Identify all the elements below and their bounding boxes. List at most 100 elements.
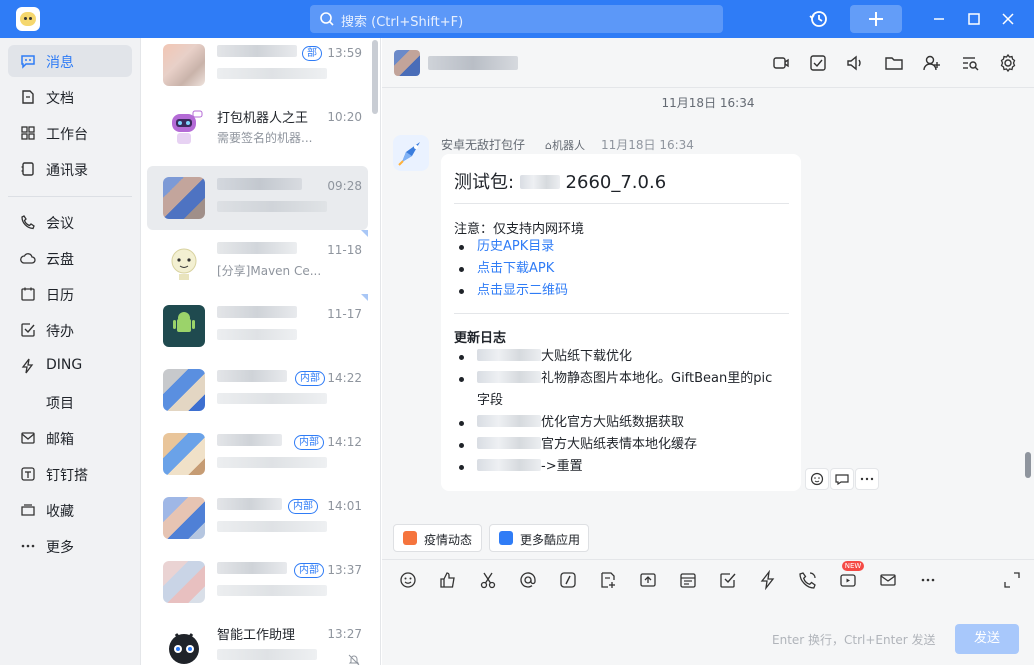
conversation-item[interactable]: 内部 14:01	[147, 486, 368, 550]
video-icon[interactable]	[771, 53, 791, 73]
nav-label: 项目	[46, 396, 74, 412]
more-actions-button[interactable]	[855, 468, 879, 490]
conversation-time: 09:28	[327, 179, 362, 193]
divider	[454, 313, 789, 314]
epidemic-icon	[403, 531, 417, 545]
nav-item-meeting[interactable]: 会议	[8, 206, 132, 238]
avatar	[163, 241, 205, 283]
conversation-item[interactable]: [分享]Maven Ce... 11-18	[147, 230, 368, 294]
nav-item-builder[interactable]: 钉钉搭	[8, 458, 132, 490]
nav-label: 云盘	[46, 252, 74, 268]
nav-item-calendar[interactable]: 日历	[8, 278, 132, 310]
link-list: 历史APK目录 点击下载APK 点击显示二维码	[457, 236, 568, 302]
mail-icon[interactable]	[878, 570, 898, 590]
rich-text-icon[interactable]	[598, 570, 618, 590]
nav-divider	[8, 196, 132, 197]
internal-tag: 内部	[294, 563, 324, 578]
title-suffix: 2660_7.0.6	[565, 172, 667, 193]
nav-item-more[interactable]: 更多	[8, 530, 132, 562]
nav-item-documents[interactable]: 文档	[8, 81, 132, 113]
message-card: 测试包: 2660_7.0.6 注意：仅支持内网环境 历史APK目录 点击下载A…	[441, 154, 801, 491]
avatar	[163, 497, 205, 539]
conversation-item[interactable]: 智能工作助理 13:27	[147, 614, 368, 665]
changelog-item: 官方大贴纸表情本地化缓存	[457, 434, 772, 456]
app-logo[interactable]	[16, 7, 40, 31]
conversation-name: 智能工作助理	[217, 628, 296, 643]
todo-icon[interactable]	[718, 570, 738, 590]
link-download-apk[interactable]: 点击下载APK	[457, 258, 568, 280]
nav-label: 文档	[46, 91, 74, 107]
conversation-item-selected[interactable]: 09:28	[147, 166, 368, 230]
nav-item-mail[interactable]: 邮箱	[8, 422, 132, 454]
search-input[interactable]: 搜索 (Ctrl+Shift+F)	[310, 5, 723, 33]
contacts-icon	[21, 162, 34, 176]
folder-icon[interactable]	[884, 53, 904, 73]
conversation-time: 11-18	[327, 243, 362, 257]
conversation-item[interactable]: 内部 14:22	[147, 358, 368, 422]
nav-label: 通讯录	[46, 163, 88, 179]
emoji-icon[interactable]	[398, 570, 418, 590]
internal-tag: 内部	[295, 371, 325, 386]
nav-item-workbench[interactable]: 工作台	[8, 117, 132, 149]
conversation-item[interactable]: 部 13:59	[147, 38, 368, 97]
conversation-item[interactable]: 打包机器人之王 需要签名的机器... 10:20	[147, 97, 368, 161]
task-icon[interactable]	[808, 53, 828, 73]
left-nav: 消息 文档 工作台 通讯录 会议 云盘 日历 待办 DING 项目 邮箱 钉钉搭…	[0, 38, 141, 665]
scissors-icon[interactable]	[478, 570, 498, 590]
chat-avatar	[394, 50, 420, 76]
phone-icon	[21, 215, 35, 230]
more-tools-icon[interactable]	[918, 570, 938, 590]
emoji-reaction-button[interactable]	[805, 468, 829, 490]
nav-label: 会议	[46, 216, 74, 232]
live-icon[interactable]	[838, 570, 858, 590]
reply-button[interactable]	[830, 468, 854, 490]
history-button[interactable]	[804, 4, 834, 34]
chat-scrollbar[interactable]	[1025, 452, 1031, 478]
changelog-item: 礼物静态图片本地化。GiftBean里的pic 字段	[457, 368, 772, 412]
announcement-icon[interactable]	[845, 53, 865, 73]
schedule-icon[interactable]	[678, 570, 698, 590]
link-show-qrcode[interactable]: 点击显示二维码	[457, 280, 568, 302]
add-button[interactable]	[850, 5, 902, 33]
changelog-title: 更新日志	[454, 331, 507, 346]
settings-icon[interactable]	[998, 53, 1018, 73]
conversation-time: 10:20	[327, 110, 362, 124]
conversation-scrollbar[interactable]	[372, 40, 378, 114]
send-button[interactable]: 发送	[955, 624, 1019, 654]
link-apk-history[interactable]: 历史APK目录	[457, 236, 568, 258]
add-member-icon[interactable]	[922, 53, 942, 73]
ding-icon[interactable]	[758, 570, 778, 590]
maximize-icon[interactable]	[963, 8, 985, 30]
composer: NEW Enter 换行，Ctrl+Enter 发送 发送	[382, 559, 1034, 665]
minimize-icon[interactable]	[928, 8, 950, 30]
nav-item-projects[interactable]: 项目	[8, 386, 132, 418]
mail-icon	[21, 432, 35, 444]
nav-item-ding[interactable]: DING	[8, 350, 132, 382]
more-apps-button[interactable]: 更多酷应用	[489, 524, 589, 552]
nav-item-todo[interactable]: 待办	[8, 314, 132, 346]
epidemic-app-button[interactable]: 疫情动态	[393, 524, 482, 552]
nav-item-messages[interactable]: 消息	[8, 45, 132, 77]
conversation-time: 14:22	[327, 371, 362, 385]
checkbox-icon	[21, 323, 35, 337]
call-icon[interactable]	[798, 570, 818, 590]
search-history-icon[interactable]	[960, 53, 980, 73]
conversation-item[interactable]: 内部 13:37	[147, 550, 368, 614]
conversation-item[interactable]: 内部 14:12	[147, 422, 368, 486]
conversation-item[interactable]: 11-17	[147, 294, 368, 358]
date-separator: 11月18日 16:34	[661, 96, 755, 110]
mention-icon[interactable]	[518, 570, 538, 590]
search-placeholder: 搜索 (Ctrl+Shift+F)	[341, 15, 464, 30]
upload-icon[interactable]	[638, 570, 658, 590]
nav-item-cloud[interactable]: 云盘	[8, 242, 132, 274]
thumbs-up-icon[interactable]	[438, 570, 458, 590]
unread-marker	[361, 294, 368, 301]
command-icon[interactable]	[558, 570, 578, 590]
nav-item-contacts[interactable]: 通讯录	[8, 153, 132, 185]
bot-avatar[interactable]	[393, 135, 429, 171]
nav-item-favorites[interactable]: 收藏	[8, 494, 132, 526]
close-icon[interactable]	[997, 8, 1019, 30]
avatar	[163, 177, 205, 219]
expand-icon[interactable]	[1002, 570, 1022, 590]
title-bar: 搜索 (Ctrl+Shift+F)	[0, 0, 1034, 38]
